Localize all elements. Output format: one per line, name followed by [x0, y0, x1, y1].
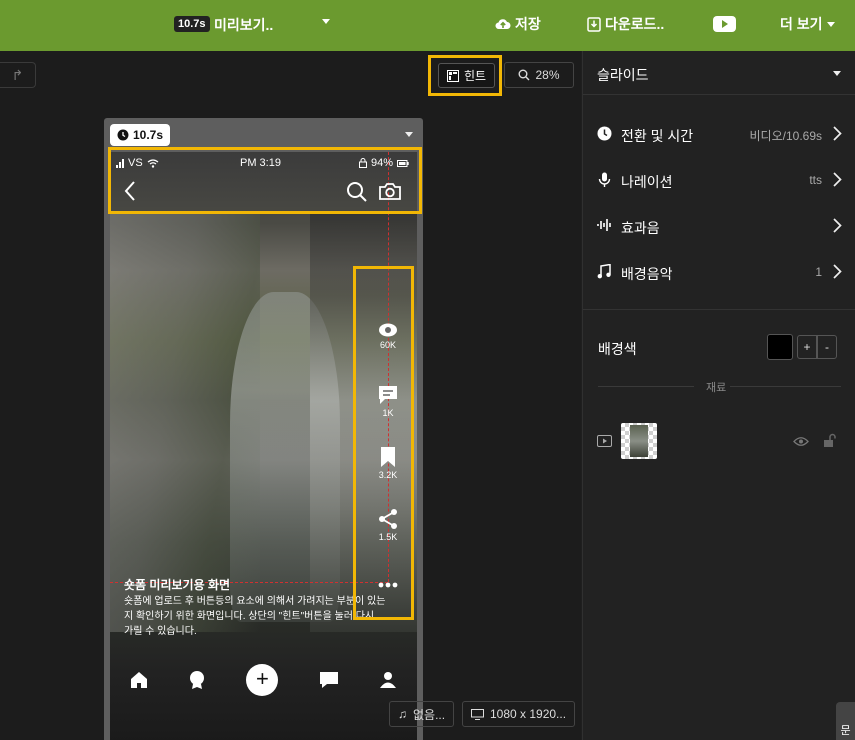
mic-icon: [598, 172, 611, 187]
panel-header[interactable]: 슬라이드: [583, 51, 855, 95]
properties-panel: 슬라이드 전환 및 시간 비디오/10.69s 나레이션 tts 효과음 배경음…: [582, 51, 855, 740]
video-icon: [597, 435, 612, 447]
asset-thumbnail[interactable]: [621, 423, 657, 459]
panel-title: 슬라이드: [597, 67, 649, 83]
divider: [730, 386, 841, 387]
row-label: 효과음: [621, 220, 660, 236]
music-select-button[interactable]: ♫ 없음...: [389, 701, 455, 727]
row-label: 전환 및 시간: [621, 128, 694, 144]
slide-duration-badge[interactable]: 10.7s: [110, 124, 171, 146]
save-button[interactable]: 저장: [495, 14, 541, 34]
hint-label: 힌트: [463, 69, 487, 83]
hint-button[interactable]: 힌트: [438, 63, 495, 88]
clock-icon: [597, 126, 612, 141]
sound-effect-row[interactable]: 효과음: [583, 206, 855, 246]
cloud-upload-icon: [495, 19, 511, 30]
download-icon: [587, 16, 601, 32]
bg-color-plus-button[interactable]: +: [797, 335, 817, 359]
materials-label: 재료: [706, 382, 727, 394]
more-label: 더 보기: [780, 16, 823, 32]
profile-icon: [379, 672, 396, 688]
narration-row[interactable]: 나레이션 tts: [583, 160, 855, 200]
music-icon: [597, 264, 611, 279]
slide-menu-icon[interactable]: [405, 132, 413, 137]
redo-icon: ↱: [11, 67, 24, 83]
bg-color-label: 배경색: [598, 341, 637, 357]
plus-icon: +: [246, 664, 279, 696]
save-label: 저장: [515, 16, 541, 32]
transition-time-row[interactable]: 전환 및 시간 비디오/10.69s: [583, 114, 855, 154]
side-ui-highlight: [353, 266, 414, 620]
bg-color-swatch[interactable]: [767, 334, 793, 360]
asset-row[interactable]: [583, 423, 855, 459]
soundwave-icon: [597, 219, 611, 231]
resolution-label: 1080 x 1920...: [490, 707, 567, 721]
unlock-icon[interactable]: [823, 433, 836, 448]
chevron-right-icon: [833, 264, 842, 279]
divider: [598, 386, 694, 387]
zoom-button[interactable]: 28%: [504, 62, 574, 88]
corner-tab[interactable]: 문: [836, 702, 855, 740]
clock-icon: [117, 129, 129, 141]
music-note-icon: ♫: [398, 707, 407, 721]
bg-color-minus-button[interactable]: -: [817, 335, 837, 359]
chevron-right-icon: [833, 218, 842, 233]
chevron-down-icon: [833, 71, 841, 76]
caption-title: 숏폼 미리보기용 화면: [124, 578, 231, 592]
duration-badge: 10.7s: [174, 16, 210, 32]
top-bar: 10.7s 미리보기.. 저장 다운로드.. 더 보기: [0, 0, 855, 51]
more-button[interactable]: 더 보기: [780, 14, 835, 34]
slide-duration: 10.7s: [133, 128, 164, 142]
row-value: tts: [809, 173, 822, 187]
chevron-down-icon: [826, 21, 835, 27]
row-label: 배경음악: [621, 266, 673, 282]
row-label: 나레이션: [621, 174, 673, 190]
hint-icon: [446, 69, 459, 82]
search-icon: [518, 69, 530, 81]
title-dropdown-icon[interactable]: [322, 19, 330, 24]
row-value: 비디오/10.69s: [749, 129, 822, 143]
zoom-label: 28%: [535, 68, 560, 82]
badge-icon: [190, 671, 205, 689]
phone-tab-bar: +: [110, 652, 417, 708]
caption-body: 숏폼에 업로드 후 버튼등의 요소에 의해서 가려지는 부분이 있는지 확인하기…: [124, 596, 386, 637]
download-button[interactable]: 다운로드..: [587, 14, 664, 34]
chevron-right-icon: [833, 172, 842, 187]
top-ui-highlight: [108, 147, 422, 214]
chevron-right-icon: [833, 126, 842, 141]
eye-icon[interactable]: [793, 436, 809, 447]
project-title[interactable]: 미리보기..: [214, 15, 273, 35]
divider: [583, 309, 855, 310]
row-value: 1: [815, 265, 822, 279]
monitor-icon: [471, 708, 484, 720]
bgm-row[interactable]: 배경음악 1: [583, 252, 855, 292]
chat-icon: [319, 672, 338, 688]
download-label: 다운로드..: [605, 16, 665, 32]
redo-button[interactable]: ↱: [0, 62, 36, 88]
canvas-area: ↱ 힌트 28% 10.7s VS PM 3:19 94% 60K 1K 3.2…: [0, 51, 581, 740]
resolution-button[interactable]: 1080 x 1920...: [462, 701, 576, 727]
music-label: 없음...: [413, 707, 446, 722]
home-icon: [131, 672, 148, 688]
youtube-icon[interactable]: [713, 16, 736, 32]
